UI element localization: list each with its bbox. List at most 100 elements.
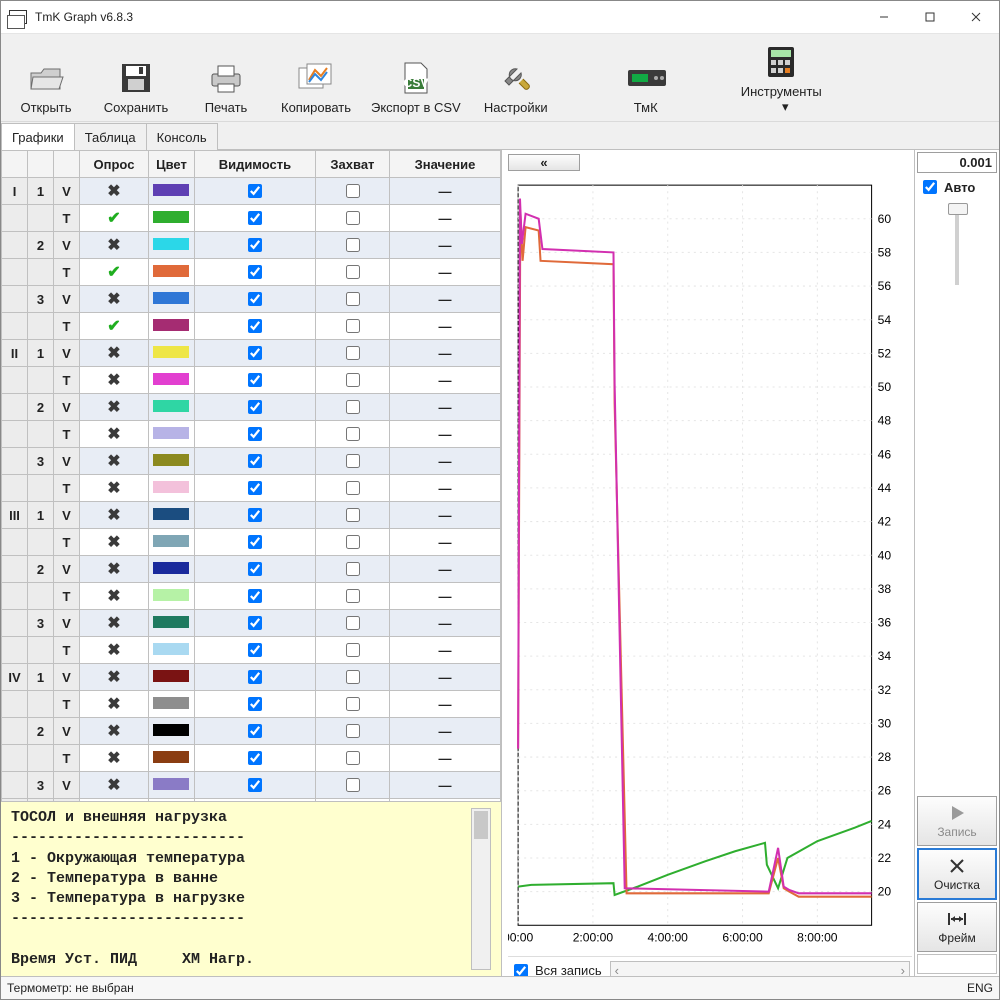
color-cell[interactable]: [148, 583, 194, 610]
capture-cell[interactable]: [315, 259, 389, 286]
table-row[interactable]: 3V✖—: [2, 610, 501, 637]
poll-cell[interactable]: ✖: [80, 232, 149, 259]
copy-button[interactable]: Копировать: [271, 40, 361, 117]
visibility-cell[interactable]: [194, 502, 315, 529]
capture-cell[interactable]: [315, 637, 389, 664]
poll-cell[interactable]: ✖: [80, 475, 149, 502]
color-cell[interactable]: [148, 421, 194, 448]
tab-console[interactable]: Консоль: [146, 123, 218, 150]
visibility-cell[interactable]: [194, 772, 315, 799]
poll-cell[interactable]: ✖: [80, 583, 149, 610]
capture-cell[interactable]: [315, 583, 389, 610]
visibility-cell[interactable]: [194, 529, 315, 556]
visibility-cell[interactable]: [194, 637, 315, 664]
color-cell[interactable]: [148, 691, 194, 718]
capture-cell[interactable]: [315, 772, 389, 799]
poll-cell[interactable]: ✖: [80, 637, 149, 664]
color-cell[interactable]: [148, 448, 194, 475]
color-cell[interactable]: [148, 664, 194, 691]
poll-cell[interactable]: ✖: [80, 691, 149, 718]
poll-cell[interactable]: ✖: [80, 340, 149, 367]
table-row[interactable]: II1V✖—: [2, 340, 501, 367]
poll-cell[interactable]: ✖: [80, 718, 149, 745]
capture-cell[interactable]: [315, 286, 389, 313]
tmk-button[interactable]: ТмК: [601, 40, 691, 117]
capture-cell[interactable]: [315, 556, 389, 583]
color-cell[interactable]: [148, 502, 194, 529]
color-cell[interactable]: [148, 637, 194, 664]
color-cell[interactable]: [148, 394, 194, 421]
minimize-button[interactable]: [861, 1, 907, 33]
color-cell[interactable]: [148, 367, 194, 394]
capture-cell[interactable]: [315, 394, 389, 421]
export-csv-button[interactable]: CSV Экспорт в CSV: [361, 40, 471, 117]
visibility-cell[interactable]: [194, 691, 315, 718]
color-cell[interactable]: [148, 178, 194, 205]
table-row[interactable]: 2V✖—: [2, 556, 501, 583]
poll-cell[interactable]: ✖: [80, 610, 149, 637]
capture-cell[interactable]: [315, 502, 389, 529]
table-row[interactable]: 3V✖—: [2, 448, 501, 475]
record-button[interactable]: Запись: [917, 796, 997, 846]
table-row[interactable]: 2V✖—: [2, 718, 501, 745]
capture-cell[interactable]: [315, 205, 389, 232]
poll-cell[interactable]: ✖: [80, 556, 149, 583]
visibility-cell[interactable]: [194, 745, 315, 772]
table-row[interactable]: T✖—: [2, 691, 501, 718]
visibility-cell[interactable]: [194, 556, 315, 583]
visibility-cell[interactable]: [194, 583, 315, 610]
poll-cell[interactable]: ✔: [80, 205, 149, 232]
save-button[interactable]: Сохранить: [91, 40, 181, 117]
table-row[interactable]: III1V✖—: [2, 502, 501, 529]
table-row[interactable]: T✖—: [2, 529, 501, 556]
capture-cell[interactable]: [315, 367, 389, 394]
table-row[interactable]: T✔—: [2, 259, 501, 286]
visibility-cell[interactable]: [194, 448, 315, 475]
visibility-cell[interactable]: [194, 232, 315, 259]
poll-cell[interactable]: ✖: [80, 772, 149, 799]
capture-cell[interactable]: [315, 421, 389, 448]
visibility-cell[interactable]: [194, 394, 315, 421]
poll-cell[interactable]: ✖: [80, 178, 149, 205]
color-cell[interactable]: [148, 556, 194, 583]
color-cell[interactable]: [148, 205, 194, 232]
color-cell[interactable]: [148, 232, 194, 259]
poll-cell[interactable]: ✔: [80, 313, 149, 340]
table-row[interactable]: T✖—: [2, 475, 501, 502]
table-row[interactable]: 2V✖—: [2, 232, 501, 259]
color-cell[interactable]: [148, 313, 194, 340]
color-cell[interactable]: [148, 340, 194, 367]
tools-button[interactable]: Инструменты ▾: [731, 40, 832, 117]
color-cell[interactable]: [148, 286, 194, 313]
console-scrollbar[interactable]: [471, 808, 491, 970]
time-scrollbar[interactable]: ‹ ›: [610, 961, 910, 976]
collapse-left-button[interactable]: «: [508, 154, 580, 171]
poll-cell[interactable]: ✖: [80, 448, 149, 475]
capture-cell[interactable]: [315, 745, 389, 772]
visibility-cell[interactable]: [194, 340, 315, 367]
capture-cell[interactable]: [315, 529, 389, 556]
poll-cell[interactable]: ✖: [80, 502, 149, 529]
table-row[interactable]: 3V✖—: [2, 286, 501, 313]
frame-button[interactable]: Фрейм: [917, 902, 997, 952]
poll-cell[interactable]: ✖: [80, 745, 149, 772]
poll-cell[interactable]: ✔: [80, 259, 149, 286]
table-row[interactable]: T✖—: [2, 367, 501, 394]
vertical-slider[interactable]: [955, 205, 959, 285]
table-row[interactable]: T✖—: [2, 637, 501, 664]
print-button[interactable]: Печать: [181, 40, 271, 117]
capture-cell[interactable]: [315, 475, 389, 502]
table-row[interactable]: 2V✖—: [2, 394, 501, 421]
capture-cell[interactable]: [315, 178, 389, 205]
visibility-cell[interactable]: [194, 367, 315, 394]
visibility-cell[interactable]: [194, 313, 315, 340]
poll-cell[interactable]: ✖: [80, 421, 149, 448]
color-cell[interactable]: [148, 610, 194, 637]
tab-table[interactable]: Таблица: [74, 123, 147, 150]
visibility-cell[interactable]: [194, 664, 315, 691]
visibility-cell[interactable]: [194, 259, 315, 286]
color-cell[interactable]: [148, 259, 194, 286]
visibility-cell[interactable]: [194, 205, 315, 232]
color-cell[interactable]: [148, 475, 194, 502]
maximize-button[interactable]: [907, 1, 953, 33]
